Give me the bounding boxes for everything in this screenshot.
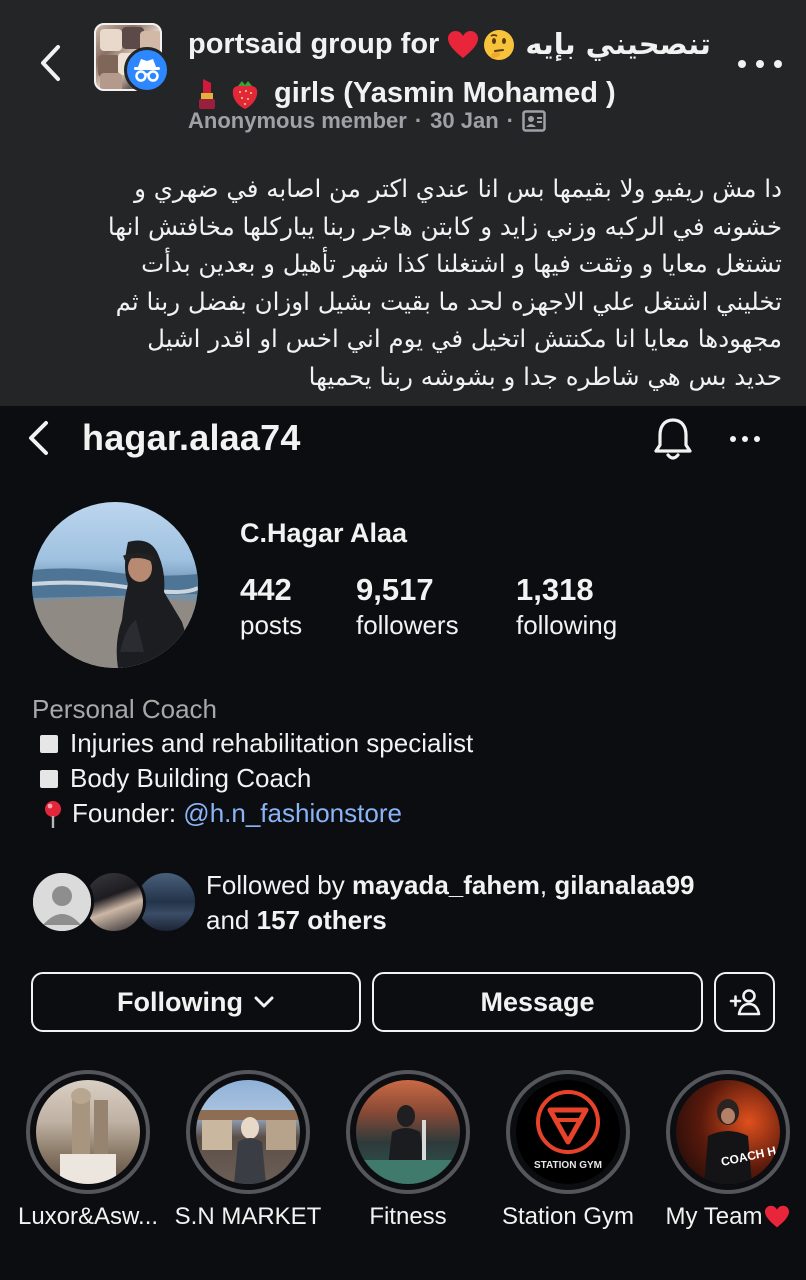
back-chevron-icon — [41, 45, 60, 81]
highlight-label-text: My Team — [665, 1203, 763, 1230]
highlight-cover — [36, 1080, 140, 1184]
post-body-line: دا مش ريفيو ولا بقيمها بس انا عندي اكتر … — [134, 174, 782, 203]
founder-link[interactable]: @h.n_fashionstore — [183, 796, 402, 831]
profile-category: Personal Coach — [32, 694, 217, 724]
story-highlight[interactable]: Luxor&Asw... — [18, 1070, 158, 1230]
post-author[interactable]: Anonymous member — [188, 108, 407, 134]
highlight-cover: COACH HAGAR — [676, 1080, 780, 1184]
highlight-label: Station Gym — [501, 1203, 635, 1230]
lipstick-emoji — [190, 77, 224, 111]
post-body-line: حديد بس هي شاطره جدا و بشوشه ربنا يحميها — [308, 361, 782, 391]
following-label: following — [516, 610, 618, 640]
highlight-label: My Team — [642, 1202, 806, 1232]
message-button-label: Message — [480, 986, 595, 1017]
instagram-profile-screenshot: hagar.alaa74 C.Hagar Alaa 442 posts 9,51… — [0, 406, 806, 1280]
profile-photo — [32, 540, 198, 668]
story-highlight[interactable]: COACH HAGAR My Team — [666, 1070, 790, 1230]
following-button[interactable]: Following — [31, 972, 361, 1032]
followed-by-text[interactable]: Followed by mayada_fahem, gilanalaa99 an… — [206, 868, 695, 938]
thinking-face-emoji — [483, 28, 515, 62]
message-button[interactable]: Message — [372, 972, 703, 1032]
strawberry-emoji — [228, 77, 262, 111]
add-person-icon — [729, 989, 760, 1016]
default-avatar-icon — [33, 873, 91, 931]
more-dots-icon — [730, 436, 736, 442]
group-name-arabic: تنصحيني بإيه — [525, 27, 711, 61]
white-square-icon — [40, 769, 58, 788]
post-body-line: خشونه في الركبه وزني زايد و كابتن هاجر ر… — [107, 211, 782, 241]
mutual-user: mayada_fahem — [351, 870, 540, 900]
highlight-cover: STATION GYM — [516, 1080, 620, 1184]
anonymous-badge — [124, 47, 170, 93]
and-text: and — [206, 905, 257, 935]
others-count: 157 others — [256, 905, 387, 935]
post-body-line: تخليني اشتغل علي الاجهزه لحد ما بقيت بشي… — [115, 286, 782, 316]
profile-more-options-button[interactable] — [730, 436, 760, 444]
story-highlight[interactable]: Fitness — [346, 1070, 470, 1230]
group-name[interactable]: portsaid group for تنصحيني بإيه girls (Y… — [188, 20, 711, 118]
profile-bio: Injuries and rehabilitation specialist B… — [40, 726, 473, 831]
followers-label: followers — [356, 610, 459, 640]
facebook-group-post: portsaid group for تنصحيني بإيه girls (Y… — [0, 0, 806, 406]
round-pushpin-emoji — [45, 800, 61, 828]
posts-label: posts — [240, 610, 303, 640]
contact-card-icon — [522, 110, 546, 132]
anonymous-incognito-icon — [134, 59, 160, 82]
highlight-cover — [356, 1080, 460, 1184]
post-body-line: تشتغل معايا و وثقت فيها و اشتغلنا كذا شه… — [141, 249, 782, 278]
avatar — [30, 870, 94, 934]
meta-separator: · — [414, 108, 423, 133]
station-gym-logo-text: STATION GYM — [534, 1160, 602, 1171]
group-name-line1: portsaid group for — [188, 28, 440, 60]
post-body-line: مجهودها معايا انا مكنتش اتخيل في يوم اني… — [147, 324, 782, 353]
highlight-label: Fitness — [369, 1203, 447, 1230]
notifications-button[interactable] — [650, 414, 696, 464]
highlight-label: S.N MARKET — [174, 1203, 322, 1230]
red-heart-emoji — [447, 28, 479, 62]
group-avatar[interactable] — [94, 23, 170, 93]
following-count: 1,318 — [516, 572, 594, 607]
station-gym-logo: STATION GYM — [534, 1090, 602, 1171]
following-button-label: Following — [117, 986, 243, 1017]
followers-stat[interactable]: 9,517 followers — [356, 572, 459, 642]
profile-display-name: C.Hagar Alaa — [240, 518, 408, 548]
post-body: دا مش ريفيو ولا بقيمها بس انا عندي اكتر … — [24, 170, 782, 395]
founder-label: Founder: — [72, 798, 184, 828]
back-chevron-icon — [29, 421, 48, 455]
bio-line: Injuries and rehabilitation specialist — [70, 728, 474, 758]
suggested-people-button[interactable] — [714, 972, 775, 1032]
story-highlight[interactable]: S.N MARKET — [175, 1070, 321, 1230]
more-dots-icon — [738, 60, 746, 68]
back-button[interactable] — [30, 40, 70, 86]
red-heart-emoji — [765, 1205, 790, 1228]
highlight-cover — [196, 1080, 300, 1184]
story-highlight[interactable]: STATION GYM Station Gym — [502, 1070, 634, 1230]
following-stat[interactable]: 1,318 following — [516, 572, 617, 642]
post-date[interactable]: 30 Jan — [430, 108, 499, 134]
post-meta: Anonymous member · 30 Jan · — [188, 108, 546, 134]
white-square-icon — [40, 734, 58, 753]
posts-count: 442 — [240, 572, 292, 607]
chevron-down-icon — [254, 996, 274, 1008]
mutual-user: gilanalaa99 — [554, 870, 695, 900]
notification-bell-icon — [654, 418, 692, 460]
profile-username: hagar.alaa74 — [82, 417, 301, 458]
post-more-options-button[interactable] — [738, 52, 782, 76]
posts-stat[interactable]: 442 posts — [240, 572, 302, 642]
separator: , — [539, 870, 555, 900]
profile-back-button[interactable] — [20, 416, 56, 460]
profile-avatar[interactable] — [32, 502, 198, 668]
meta-separator: · — [506, 108, 514, 133]
followers-count: 9,517 — [356, 572, 434, 607]
followed-by-prefix: Followed by — [206, 870, 352, 900]
bio-line: Body Building Coach — [70, 763, 312, 793]
highlight-label: Luxor&Asw... — [17, 1203, 159, 1230]
